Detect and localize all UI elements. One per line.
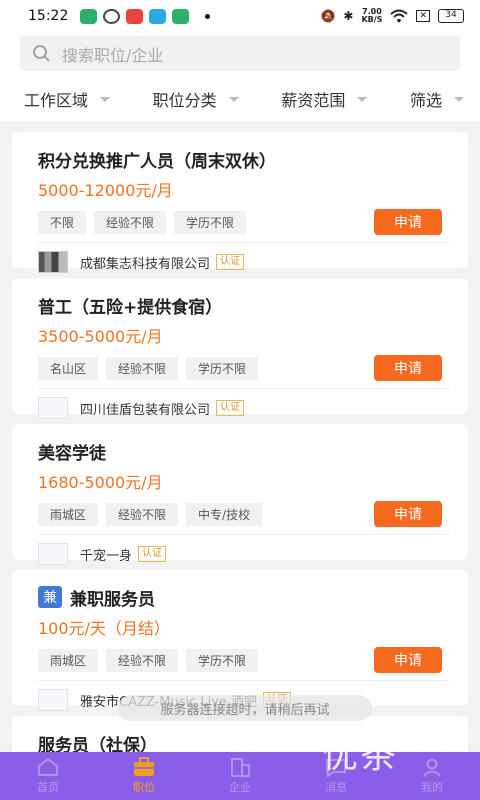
job-card[interactable]: 美容学徒 1680-5000元/月 雨城区 经验不限 中专/技校 申请 千宠一身… — [12, 424, 468, 565]
filter-bar: 工作区域 职位分类 薪资范围 筛选 — [0, 76, 480, 122]
profile-icon — [423, 758, 441, 777]
caret-down-icon — [453, 96, 464, 102]
status-bar: 15:22 🔕 ✱ 7.00 KB/S ✕ 34 — [0, 0, 480, 32]
filter-label: 工作区域 — [24, 91, 89, 110]
job-salary: 100元/天（月结） — [38, 619, 170, 638]
app-notification-icon — [126, 8, 144, 24]
job-tag: 学历不限 — [174, 210, 247, 234]
filter-salary-range[interactable]: 薪资范围 — [281, 87, 368, 111]
job-tag: 经验不限 — [106, 648, 179, 672]
search-input[interactable]: 搜索职位/企业 — [20, 36, 460, 71]
job-salary: 1680-5000元/月 — [38, 473, 163, 492]
job-title: 普工（五险+提供食宿） — [38, 297, 223, 318]
job-title: 美容学徒 — [38, 443, 106, 464]
search-bar: 搜索职位/企业 — [0, 32, 480, 76]
apply-button[interactable]: 申请 — [374, 647, 442, 673]
home-icon — [38, 757, 58, 776]
nav-label: 消息 — [325, 781, 347, 794]
job-tag: 经验不限 — [106, 502, 179, 526]
bluetooth-icon: ✱ — [343, 9, 354, 23]
job-tag: 学历不限 — [186, 648, 259, 672]
company-name: 成都集志科技有限公司 — [80, 256, 211, 272]
job-card[interactable]: 兼兼职服务员 100元/天（月结） 雨城区 经验不限 学历不限 申请 雅安市CA… — [12, 570, 468, 711]
company-logo — [38, 543, 68, 565]
job-tag: 不限 — [38, 210, 87, 234]
job-tags: 雨城区 经验不限 学历不限 申请 — [38, 647, 442, 673]
sim-icon: ✕ — [416, 10, 430, 22]
app-notification-icon — [172, 8, 190, 24]
apply-button[interactable]: 申请 — [374, 501, 442, 527]
company-logo — [38, 397, 68, 419]
job-tags: 雨城区 经验不限 中专/技校 申请 — [38, 501, 442, 527]
verified-badge: 认证 — [216, 254, 245, 270]
wifi-icon — [390, 9, 409, 23]
apply-button[interactable]: 申请 — [374, 355, 442, 381]
job-salary: 3500-5000元/月 — [38, 327, 163, 346]
nav-companies[interactable]: 企业 — [192, 752, 288, 800]
building-icon — [231, 758, 250, 777]
company-row[interactable]: 成都集志科技有限公司 认证 — [38, 243, 442, 281]
system-icons: 🔕 ✱ 7.00 KB/S ✕ 34 — [320, 8, 464, 24]
job-salary: 5000-12000元/月 — [38, 181, 173, 200]
caret-down-icon — [228, 96, 239, 102]
app-notification-icon — [149, 8, 167, 24]
filter-label: 职位分类 — [152, 91, 217, 110]
company-name: 千宠一身 — [80, 548, 133, 564]
job-tags: 名山区 经验不限 学历不限 申请 — [38, 355, 442, 381]
job-card[interactable]: 普工（五险+提供食宿） 3500-5000元/月 名山区 经验不限 学历不限 申… — [12, 278, 468, 419]
filter-label: 薪资范围 — [281, 91, 346, 110]
briefcase-icon — [134, 757, 154, 776]
filter-work-area[interactable]: 工作区域 — [24, 87, 111, 111]
filter-job-category[interactable]: 职位分类 — [153, 87, 239, 111]
job-tag: 经验不限 — [94, 210, 167, 234]
nav-label: 首页 — [37, 781, 59, 794]
job-title-text: 兼职服务员 — [70, 589, 155, 610]
job-title: 积分兑换推广人员（周末双休） — [38, 151, 276, 172]
nav-label: 企业 — [229, 781, 251, 794]
job-card[interactable]: 积分兑换推广人员（周末双休） 5000-12000元/月 不限 经验不限 学历不… — [12, 132, 468, 273]
watermark-label: WXCHA — [408, 738, 450, 750]
error-toast: 服务器连接超时，请稍后再试 — [118, 695, 372, 721]
caret-down-icon — [357, 96, 368, 102]
job-tag: 雨城区 — [38, 502, 99, 526]
company-row[interactable]: 千宠一身 认证 — [38, 535, 442, 573]
app-notification-icon — [103, 8, 121, 24]
app-notification-icon — [80, 8, 98, 24]
more-notifications-dot — [205, 13, 211, 19]
nav-jobs[interactable]: 职位 — [96, 752, 192, 800]
job-card[interactable]: 服务员（社保） — [12, 716, 468, 756]
network-speed: 7.00 KB/S — [361, 7, 383, 24]
job-tag: 雨城区 — [38, 648, 99, 672]
part-time-badge: 兼 — [38, 586, 62, 608]
battery-indicator: 34 — [438, 9, 464, 23]
status-time: 15:22 — [28, 8, 69, 24]
company-logo — [38, 689, 68, 711]
bottom-nav: 首页 职位 企业 消息 我的 — [0, 752, 480, 800]
nav-label: 职位 — [133, 781, 155, 794]
nav-label: 我的 — [421, 781, 443, 794]
mute-icon: 🔕 — [320, 9, 336, 23]
company-name: 四川佳盾包装有限公司 — [80, 402, 211, 418]
nav-profile[interactable]: 我的 — [384, 752, 480, 800]
filter-label: 筛选 — [409, 91, 442, 110]
search-placeholder: 搜索职位/企业 — [62, 45, 164, 65]
job-tag: 学历不限 — [186, 356, 259, 380]
job-tag: 中专/技校 — [186, 502, 263, 526]
job-tag: 经验不限 — [106, 356, 179, 380]
search-icon — [33, 44, 50, 62]
apply-button[interactable]: 申请 — [374, 209, 442, 235]
job-tag: 名山区 — [38, 356, 99, 380]
nav-home[interactable]: 首页 — [0, 752, 96, 800]
caret-down-icon — [100, 96, 111, 102]
verified-badge: 认证 — [138, 546, 167, 562]
job-title: 兼兼职服务员 — [38, 584, 442, 610]
verified-badge: 认证 — [216, 400, 245, 416]
filter-more[interactable]: 筛选 — [410, 87, 464, 111]
company-logo — [38, 251, 68, 273]
notification-icons — [80, 8, 211, 24]
watermark: 优茶 — [322, 735, 399, 776]
company-row[interactable]: 四川佳盾包装有限公司 认证 — [38, 389, 442, 427]
job-tags: 不限 经验不限 学历不限 申请 — [38, 209, 442, 235]
